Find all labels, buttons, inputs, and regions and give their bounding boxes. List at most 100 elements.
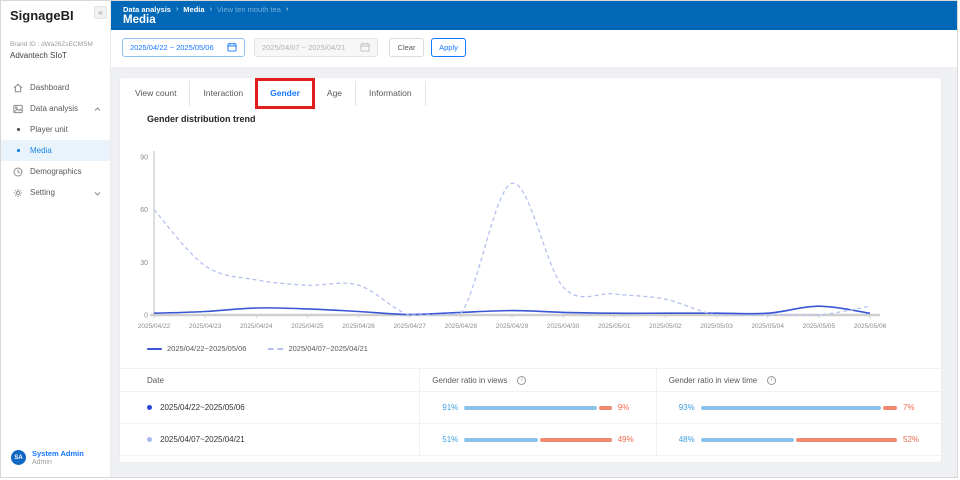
date-range-text: 2025/04/22~2025/05/06	[160, 403, 245, 412]
male-bar-segment	[464, 406, 596, 410]
breadcrumb-separator: ›	[286, 6, 288, 13]
breadcrumb-separator: ›	[210, 6, 212, 13]
page-header: Data analysis › Media › View ten mouth t…	[111, 1, 958, 30]
series-dot	[147, 437, 152, 442]
column-header-label: Gender ratio in views	[432, 376, 507, 385]
legend-label: 2025/04/07~2025/04/21	[288, 344, 367, 353]
date-range-picker-secondary[interactable]: 2025/04/07 ~ 2025/04/21	[254, 38, 378, 57]
gender-panel-card: View count Interaction Gender Age Inform…	[119, 77, 942, 463]
column-header-label: Gender ratio in view time	[669, 376, 757, 385]
table-header-row: Date Gender ratio in views i Gender rati…	[120, 368, 941, 392]
female-percent: 7%	[903, 403, 929, 412]
apply-button[interactable]: Apply	[431, 38, 466, 57]
sidebar-item-dashboard[interactable]: Dashboard	[1, 77, 110, 98]
info-icon[interactable]: i	[517, 376, 526, 385]
svg-text:2025/05/03: 2025/05/03	[700, 323, 733, 330]
svg-text:2025/04/30: 2025/04/30	[547, 323, 580, 330]
info-icon[interactable]: i	[767, 376, 776, 385]
svg-text:2025/05/05: 2025/05/05	[803, 323, 836, 330]
sidebar-item-setting[interactable]: Setting	[1, 182, 110, 203]
female-bar-segment	[883, 406, 897, 410]
avatar: SA	[11, 450, 26, 465]
table-row[interactable]: 2025/04/22~2025/05/06 91% 9% 93% 7%	[120, 392, 941, 424]
svg-text:2025/04/23: 2025/04/23	[189, 323, 222, 330]
ratio-bar	[701, 438, 897, 442]
sidebar-nav: Dashboard Data analysis Player unit Medi…	[1, 77, 110, 203]
female-percent: 49%	[618, 435, 644, 444]
svg-text:90: 90	[140, 155, 148, 162]
chevron-up-icon	[94, 105, 101, 114]
svg-text:0: 0	[144, 313, 148, 320]
svg-text:2025/04/24: 2025/04/24	[240, 323, 273, 330]
data-analysis-icon	[13, 104, 23, 114]
ratio-bar	[464, 438, 611, 442]
content-area: View count Interaction Gender Age Inform…	[111, 68, 958, 478]
svg-text:2025/05/04: 2025/05/04	[751, 323, 784, 330]
sidebar-item-demographics[interactable]: Demographics	[1, 161, 110, 182]
gender-ratio-table: Date Gender ratio in views i Gender rati…	[120, 368, 941, 456]
app-window: SignageBI « Brand ID : dWa26ZsECMSM Adva…	[0, 0, 958, 478]
views-ratio-cell: 91% 9%	[419, 392, 655, 423]
svg-text:2025/05/01: 2025/05/01	[598, 323, 631, 330]
page-title: Media	[123, 14, 156, 26]
sidebar-collapse-button[interactable]: «	[94, 6, 107, 19]
gear-icon	[13, 188, 23, 198]
chevron-down-icon	[94, 189, 101, 198]
brand-id: Brand ID : dWa26ZsECMSM	[10, 41, 93, 48]
svg-text:60: 60	[140, 207, 148, 214]
column-header-views: Gender ratio in views i	[419, 369, 655, 391]
sidebar-item-player-unit[interactable]: Player unit	[1, 119, 110, 140]
column-header-date: Date	[120, 376, 419, 385]
sidebar-item-label: Data analysis	[30, 104, 78, 113]
breadcrumb-media[interactable]: Media	[183, 5, 204, 14]
male-bar-segment	[701, 438, 794, 442]
svg-text:2025/04/27: 2025/04/27	[393, 323, 426, 330]
brand-name: Advantech SIoT	[10, 51, 93, 60]
clear-button[interactable]: Clear	[389, 38, 424, 57]
legend-item-previous[interactable]: 2025/04/07~2025/04/21	[268, 344, 367, 353]
table-row[interactable]: 2025/04/07~2025/04/21 51% 49% 48% 52%	[120, 424, 941, 456]
tab-age[interactable]: Age	[314, 81, 356, 106]
date-range-picker-primary[interactable]: 2025/04/22 ~ 2025/05/06	[122, 38, 245, 57]
breadcrumb-current[interactable]: View ten mouth tea	[217, 5, 281, 14]
tab-information[interactable]: Information	[356, 81, 426, 106]
column-header-view-time: Gender ratio in view time i	[656, 369, 941, 391]
chart-legend: 2025/04/22~2025/05/06 2025/04/07~2025/04…	[147, 344, 368, 353]
svg-text:2025/04/25: 2025/04/25	[291, 323, 324, 330]
user-profile[interactable]: SA System Admin Admin	[11, 449, 84, 466]
filter-bar: 2025/04/22 ~ 2025/05/06 2025/04/07 ~ 202…	[111, 30, 958, 68]
tab-view-count[interactable]: View count	[122, 81, 190, 106]
male-percent: 48%	[669, 435, 695, 444]
legend-item-current[interactable]: 2025/04/22~2025/05/06	[147, 344, 246, 353]
svg-text:2025/04/26: 2025/04/26	[342, 323, 375, 330]
date-cell: 2025/04/07~2025/04/21	[120, 435, 419, 444]
svg-text:2025/05/02: 2025/05/02	[649, 323, 682, 330]
home-icon	[13, 83, 23, 93]
date-range-value: 2025/04/22 ~ 2025/05/06	[130, 43, 214, 52]
calendar-icon	[360, 42, 370, 54]
ratio-bar	[701, 406, 897, 410]
female-bar-segment	[599, 406, 612, 410]
view-time-ratio-cell: 93% 7%	[656, 392, 941, 423]
tab-gender[interactable]: Gender	[257, 81, 314, 106]
tab-interaction[interactable]: Interaction	[190, 81, 257, 106]
user-role: Admin	[32, 459, 84, 466]
user-info: System Admin Admin	[32, 449, 84, 466]
user-name: System Admin	[32, 449, 84, 458]
date-range-value: 2025/04/07 ~ 2025/04/21	[262, 43, 346, 52]
svg-text:30: 30	[140, 260, 148, 267]
series-dot	[147, 405, 152, 410]
sidebar-item-data-analysis[interactable]: Data analysis	[1, 98, 110, 119]
sidebar-item-media[interactable]: Media	[1, 140, 110, 161]
bullet-icon	[17, 128, 20, 131]
ratio-bar	[464, 406, 611, 410]
breadcrumb-data-analysis[interactable]: Data analysis	[123, 5, 171, 14]
clock-icon	[13, 167, 23, 177]
bullet-icon	[17, 149, 20, 152]
sidebar-item-label: Demographics	[30, 167, 82, 176]
solid-line-sample	[147, 348, 162, 350]
male-percent: 93%	[669, 403, 695, 412]
male-percent: 91%	[432, 403, 458, 412]
legend-label: 2025/04/22~2025/05/06	[167, 344, 246, 353]
female-percent: 9%	[618, 403, 644, 412]
